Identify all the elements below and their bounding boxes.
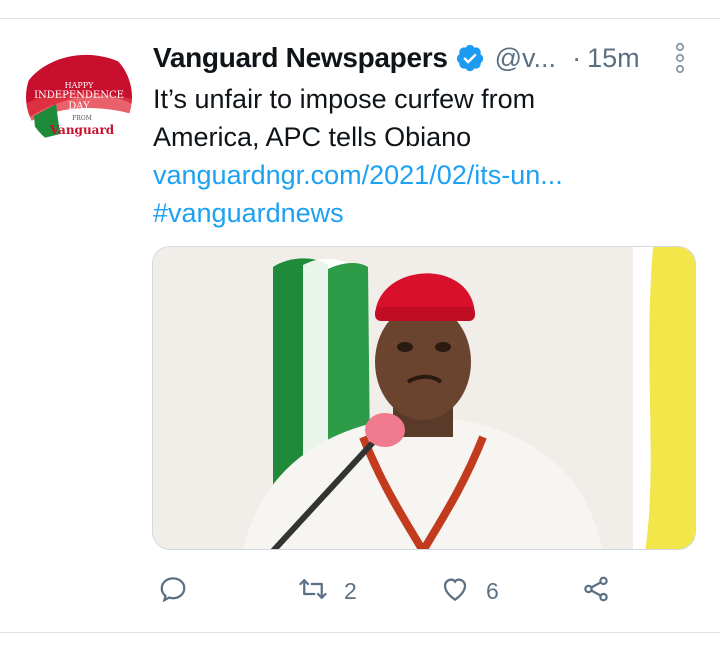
article-link[interactable]: vanguardngr.com/2021/02/its-un... <box>153 156 693 194</box>
retweet-button[interactable]: 2 <box>298 570 357 612</box>
avatar-text-4: FROM <box>72 115 92 122</box>
tweet-text-line-1: It’s unfair to impose curfew from <box>153 84 536 114</box>
reply-icon <box>158 574 188 609</box>
like-button[interactable]: 6 <box>440 570 499 612</box>
bottom-divider <box>0 632 720 633</box>
avatar-logo-image: HAPPY INDEPENDENCE DAY FROM Vanguard <box>26 44 132 150</box>
more-options-icon[interactable] <box>672 42 688 74</box>
action-bar: 2 6 <box>0 570 720 612</box>
top-divider <box>0 18 720 19</box>
like-count: 6 <box>486 577 499 604</box>
photo-image <box>153 247 695 549</box>
avatar-text-3: DAY <box>68 101 90 112</box>
reply-button[interactable] <box>158 570 188 612</box>
author-name[interactable]: Vanguard Newspapers <box>153 42 448 74</box>
retweet-icon <box>298 574 328 609</box>
avatar-text-1: HAPPY <box>65 81 95 90</box>
tweet-photo[interactable] <box>152 246 696 550</box>
heart-icon <box>440 574 470 609</box>
verified-badge-icon <box>455 43 485 73</box>
share-button[interactable] <box>581 570 611 612</box>
author-handle[interactable]: @v... <box>495 43 556 74</box>
tweet-text-line-2: America, APC tells Obiano <box>153 122 472 152</box>
share-icon <box>581 574 611 609</box>
tweet-text: It’s unfair to impose curfew from Americ… <box>153 80 693 232</box>
timestamp[interactable]: 15m <box>587 43 640 74</box>
retweet-count: 2 <box>344 577 357 604</box>
tweet-header: Vanguard Newspapers @v... · 15m <box>153 38 693 78</box>
avatar-brand: Vanguard <box>49 123 115 137</box>
avatar-text-2: INDEPENDENCE <box>34 90 124 101</box>
avatar[interactable]: HAPPY INDEPENDENCE DAY FROM Vanguard <box>26 44 132 150</box>
hashtag-link[interactable]: #vanguardnews <box>153 194 693 232</box>
separator-dot: · <box>572 42 582 73</box>
